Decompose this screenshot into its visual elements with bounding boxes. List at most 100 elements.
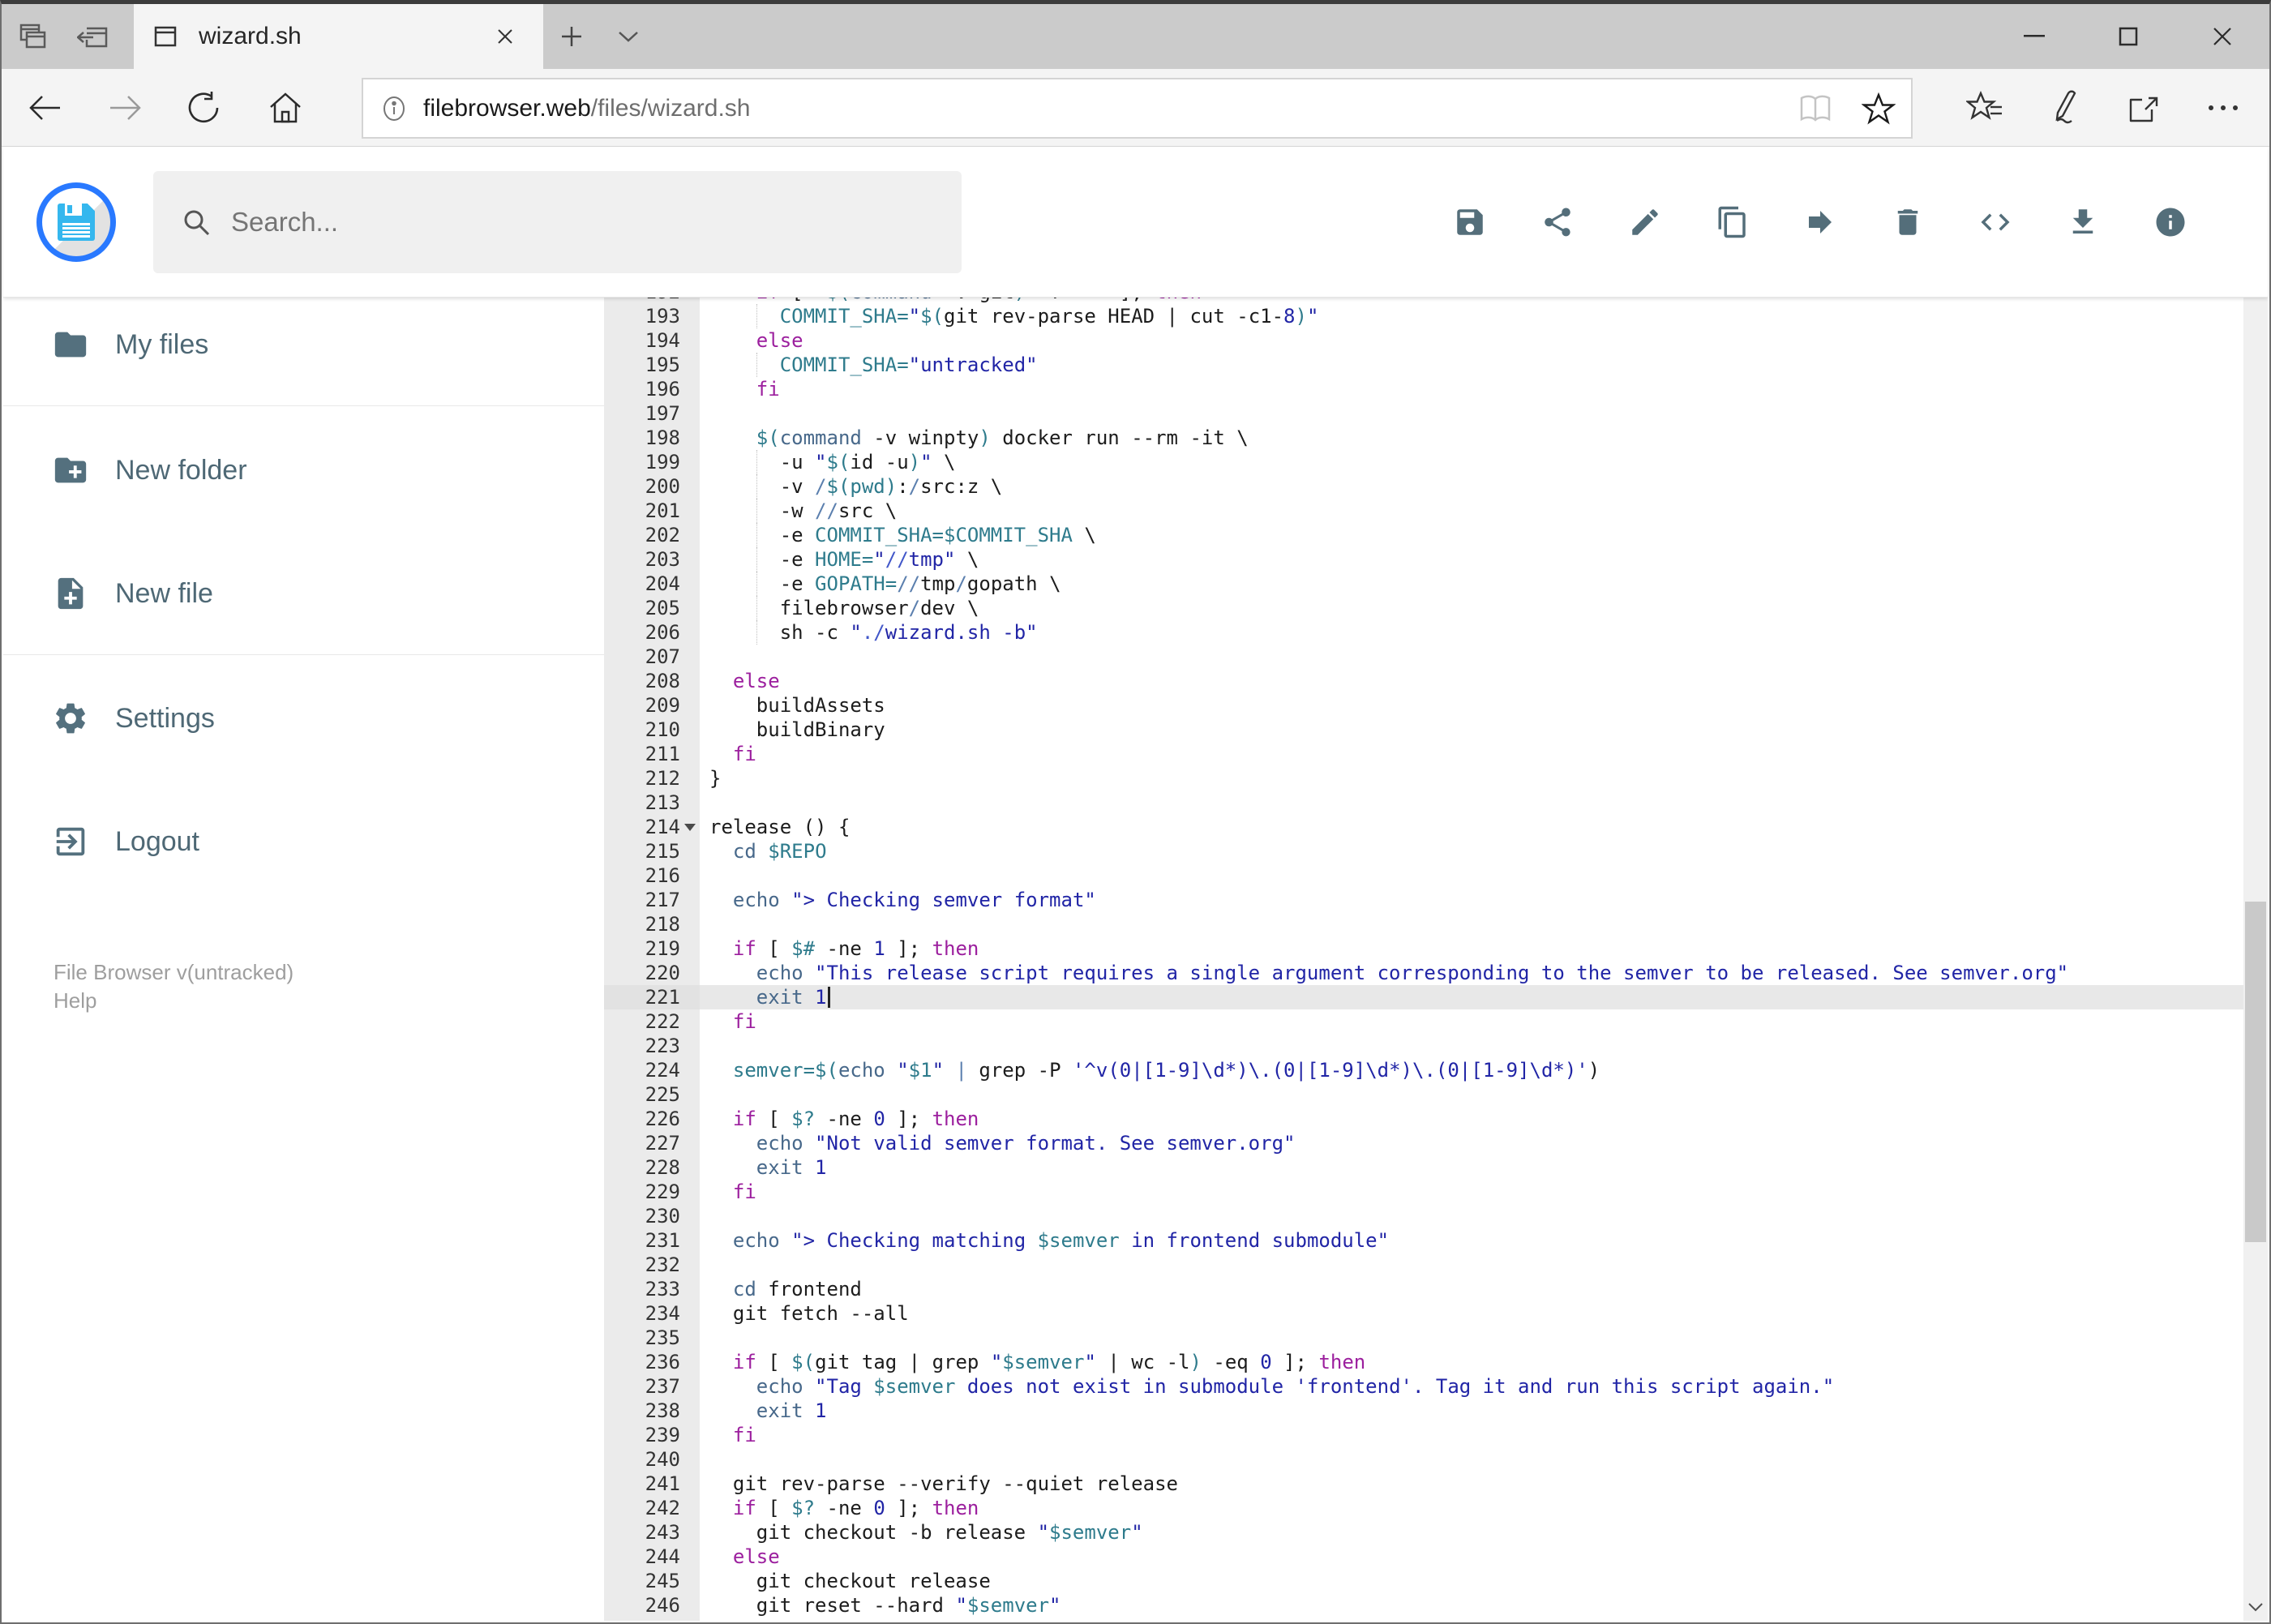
code-line[interactable]: 219 if [ $# -ne 1 ]; then: [604, 936, 2244, 961]
code-line[interactable]: 230: [604, 1204, 2244, 1228]
page-info-button[interactable]: [378, 92, 410, 125]
code-line[interactable]: 241 git rev-parse --verify --quiet relea…: [604, 1472, 2244, 1496]
help-link[interactable]: Help: [54, 988, 96, 1013]
code-line[interactable]: 232: [604, 1253, 2244, 1277]
code-line[interactable]: 203 -e HOME="//tmp" \: [604, 547, 2244, 572]
code-line[interactable]: 212}: [604, 766, 2244, 791]
code-line[interactable]: 244 else: [604, 1545, 2244, 1569]
code-line[interactable]: 242 if [ $? -ne 0 ]; then: [604, 1496, 2244, 1520]
code-line[interactable]: 245 git checkout release: [604, 1569, 2244, 1593]
forward-button[interactable]: [96, 69, 154, 147]
code-line[interactable]: 234 git fetch --all: [604, 1301, 2244, 1326]
code-line[interactable]: 210 buildBinary: [604, 718, 2244, 742]
code-line[interactable]: 197: [604, 401, 2244, 426]
sidebar-item-new-file[interactable]: New file: [3, 557, 604, 630]
code-line[interactable]: 231 echo "> Checking matching $semver in…: [604, 1228, 2244, 1253]
delete-button[interactable]: [1864, 174, 1952, 271]
code-line[interactable]: 239 fi: [604, 1423, 2244, 1447]
raw-code-button[interactable]: [1952, 174, 2039, 271]
tab-close-button[interactable]: [486, 18, 524, 55]
code-line[interactable]: 243 git checkout -b release "$semver": [604, 1520, 2244, 1545]
code-line[interactable]: 228 exit 1: [604, 1155, 2244, 1180]
code-line[interactable]: 193 COMMIT_SHA="$(git rev-parse HEAD | c…: [604, 304, 2244, 328]
page-scrollbar[interactable]: [2243, 148, 2268, 1621]
code-line[interactable]: 220 echo "This release script requires a…: [604, 961, 2244, 985]
browser-tab-active[interactable]: wizard.sh: [134, 4, 543, 69]
share-file-button[interactable]: [1514, 174, 1601, 271]
code-line[interactable]: 226 if [ $? -ne 0 ]; then: [604, 1107, 2244, 1131]
code-line[interactable]: 206 sh -c "./wizard.sh -b": [604, 620, 2244, 645]
code-line[interactable]: 196 fi: [604, 377, 2244, 401]
code-line[interactable]: 240: [604, 1447, 2244, 1472]
code-line[interactable]: 218: [604, 912, 2244, 936]
minimize-button[interactable]: [1987, 4, 2081, 69]
search-bar[interactable]: [153, 171, 962, 273]
code-line[interactable]: 198 $(command -v winpty) docker run --rm…: [604, 426, 2244, 450]
code-line[interactable]: 194 else: [604, 328, 2244, 353]
fold-marker[interactable]: [680, 815, 700, 839]
copy-button[interactable]: [1689, 174, 1776, 271]
code-line[interactable]: 201 -w //src \: [604, 499, 2244, 523]
code-line[interactable]: 237 echo "Tag $semver does not exist in …: [604, 1374, 2244, 1399]
code-line[interactable]: 211 fi: [604, 742, 2244, 766]
code-line[interactable]: 235: [604, 1326, 2244, 1350]
filebrowser-logo[interactable]: [36, 182, 116, 262]
code-line[interactable]: 199 -u "$(id -u)" \: [604, 450, 2244, 474]
code-line[interactable]: 247 fi: [604, 1618, 2244, 1621]
code-line[interactable]: 192 if [ "$(command -v git)" != "" ]; th…: [604, 298, 2244, 304]
code-line[interactable]: 217 echo "> Checking semver format": [604, 888, 2244, 912]
code-line[interactable]: 204 -e GOPATH=//tmp/gopath \: [604, 572, 2244, 596]
code-line[interactable]: 221 exit 1: [604, 985, 2244, 1009]
info-button[interactable]: [2127, 174, 2214, 271]
code-line[interactable]: 216: [604, 863, 2244, 888]
code-line[interactable]: 208 else: [604, 669, 2244, 693]
maximize-button[interactable]: [2081, 4, 2175, 69]
code-line[interactable]: 209 buildAssets: [604, 693, 2244, 718]
code-line[interactable]: 214 release () {: [604, 815, 2244, 839]
save-button[interactable]: [1426, 174, 1514, 271]
sidebar-item-settings[interactable]: Settings: [3, 682, 604, 755]
back-button[interactable]: [16, 69, 75, 147]
share-page-button[interactable]: [2104, 69, 2183, 147]
code-line[interactable]: 215 cd $REPO: [604, 839, 2244, 863]
code-line[interactable]: 207: [604, 645, 2244, 669]
code-line[interactable]: 224 semver=$(echo "$1" | grep -P '^v(0|[…: [604, 1058, 2244, 1082]
code-line[interactable]: 227 echo "Not valid semver format. See s…: [604, 1131, 2244, 1155]
tab-preview-button[interactable]: [2, 4, 63, 69]
code-line[interactable]: 202 -e COMMIT_SHA=$COMMIT_SHA \: [604, 523, 2244, 547]
code-line[interactable]: 223: [604, 1034, 2244, 1058]
code-line[interactable]: 246 git reset --hard "$semver": [604, 1593, 2244, 1618]
add-favorite-button[interactable]: [1858, 88, 1900, 130]
home-button[interactable]: [256, 69, 315, 147]
sidebar-item-logout[interactable]: Logout: [3, 805, 604, 878]
set-aside-tabs-button[interactable]: [63, 4, 125, 69]
edit-button[interactable]: [1601, 174, 1689, 271]
search-input[interactable]: [231, 207, 934, 238]
code-line[interactable]: 233 cd frontend: [604, 1277, 2244, 1301]
close-window-button[interactable]: [2175, 4, 2269, 69]
code-line[interactable]: 205 filebrowser/dev \: [604, 596, 2244, 620]
reading-view-button[interactable]: [1794, 88, 1836, 130]
download-button[interactable]: [2039, 174, 2127, 271]
code-line[interactable]: 236 if [ $(git tag | grep "$semver" | wc…: [604, 1350, 2244, 1374]
code-editor[interactable]: 192 if [ "$(command -v git)" != "" ]; th…: [604, 298, 2244, 1621]
refresh-button[interactable]: [175, 69, 234, 147]
code-line[interactable]: 238 exit 1: [604, 1399, 2244, 1423]
address-bar[interactable]: filebrowser.web/files/wizard.sh: [362, 78, 1913, 139]
code-line[interactable]: 222 fi: [604, 1009, 2244, 1034]
code-line[interactable]: 213: [604, 791, 2244, 815]
sidebar-item-my-files[interactable]: My files: [3, 308, 604, 381]
code-line[interactable]: 200 -v /$(pwd):/src:z \: [604, 474, 2244, 499]
new-tab-button[interactable]: [543, 4, 600, 69]
scroll-down-button[interactable]: [2243, 1593, 2268, 1621]
tab-list-dropdown-button[interactable]: [600, 4, 657, 69]
scrollbar-thumb[interactable]: [2245, 902, 2266, 1242]
code-line[interactable]: 195 COMMIT_SHA="untracked": [604, 353, 2244, 377]
more-actions-button[interactable]: [2183, 69, 2263, 147]
code-line[interactable]: 229 fi: [604, 1180, 2244, 1204]
sidebar-item-new-folder[interactable]: New folder: [3, 434, 604, 507]
annotate-button[interactable]: [2025, 69, 2104, 147]
hub-button[interactable]: [1945, 69, 2025, 147]
code-line[interactable]: 225: [604, 1082, 2244, 1107]
move-button[interactable]: [1776, 174, 1864, 271]
